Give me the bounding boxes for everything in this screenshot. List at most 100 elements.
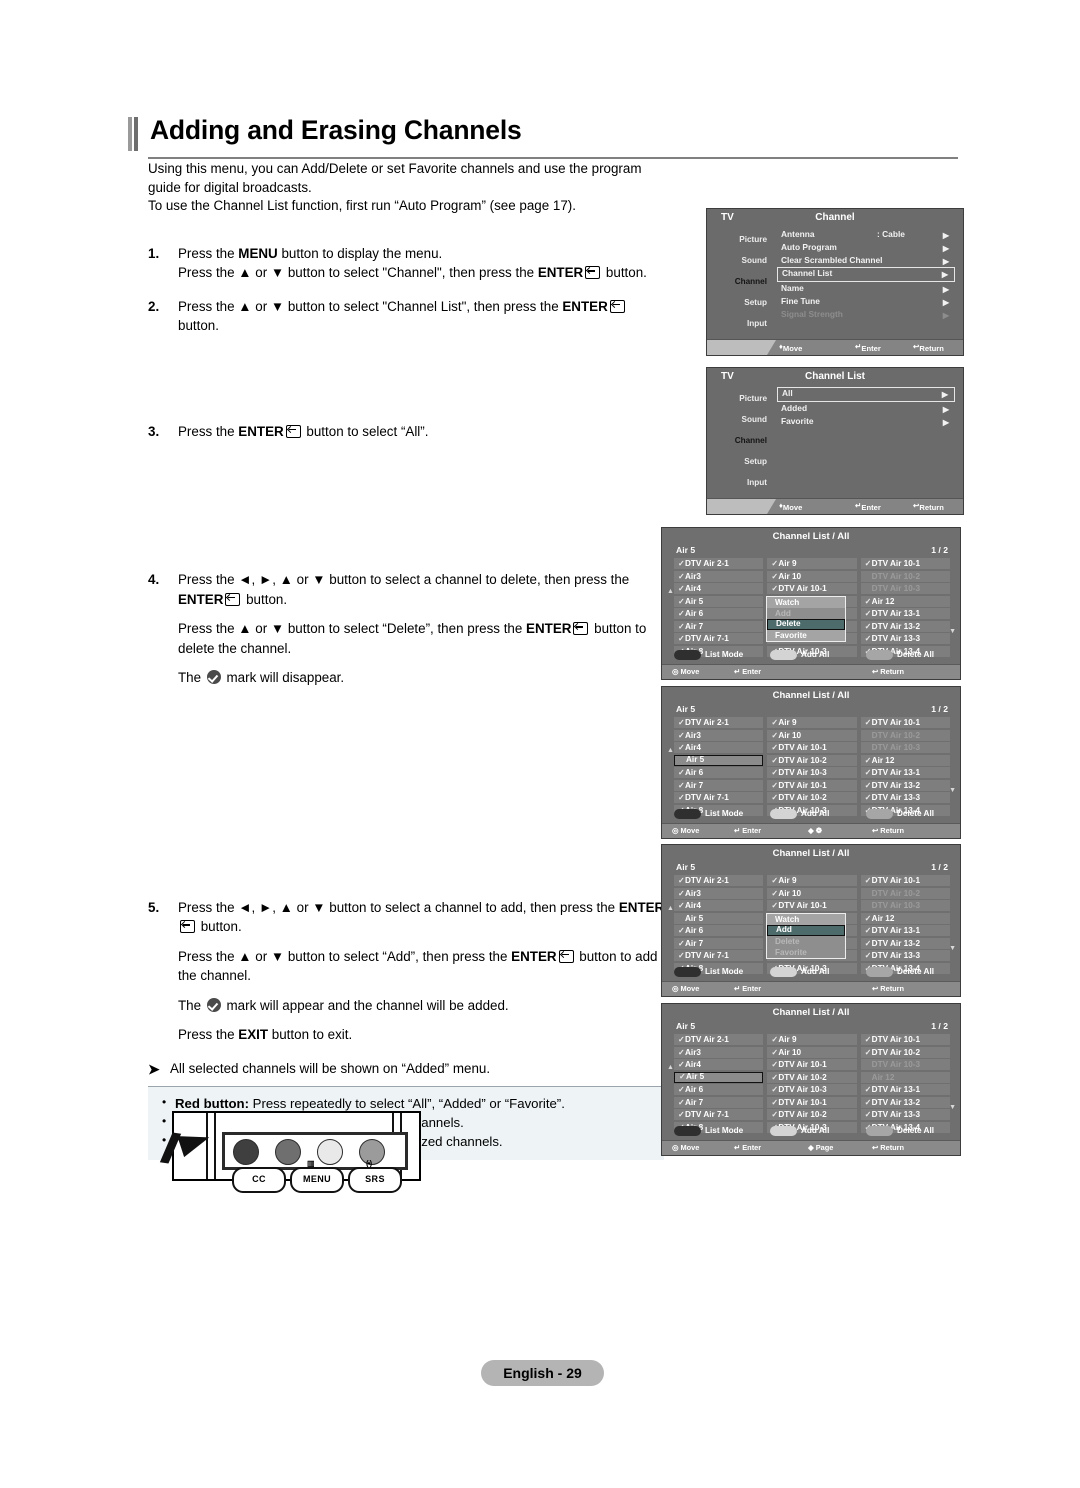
channel-cell[interactable]: ✓Air4 [674,900,764,911]
channel-cell[interactable]: ✓DTV Air 13-1 [860,1084,950,1095]
color-button-add-all[interactable]: Add All [770,649,829,660]
channel-cell[interactable]: ✓DTV Air 10-3 [767,1084,857,1095]
color-button-add-all[interactable]: Add All [770,808,829,819]
channel-cell[interactable]: ✓DTV Air 10-1 [767,583,857,594]
remote-menu-button[interactable]: MENU [290,1167,344,1193]
context-menu-item-favorite[interactable]: Favorite [767,629,845,641]
channel-cell[interactable]: ✓Air 7 [674,1096,764,1108]
context-menu-item-watch[interactable]: Watch [767,596,845,608]
channel-cell[interactable]: ✓DTV Air 7-1 [674,1109,764,1120]
scroll-up-icon[interactable]: ▲ [667,588,674,595]
channel-cell[interactable]: ✓Air 7 [674,779,764,791]
menu-row-auto-program[interactable]: Auto Program ▶ [777,241,955,254]
menu-row-name[interactable]: Name ▶ [777,282,955,295]
channel-cell[interactable]: ✓Air 10 [767,570,857,582]
channel-cell[interactable]: ✓DTV Air 10-2 [860,1046,950,1058]
channel-cell[interactable]: ✓DTV Air 10-3 [860,583,950,594]
remote-red-button[interactable] [233,1139,259,1165]
menu-row-channel-list[interactable]: Channel List ▶ [777,267,955,282]
channel-cell[interactable]: ✓DTV Air 2-1 [674,717,764,728]
channel-cell[interactable]: ✓Air 9 [767,717,857,728]
channel-cell[interactable]: ✓Air 9 [767,875,857,886]
channel-cell[interactable]: ✓Air 12 [860,1071,950,1083]
remote-yellow-button[interactable] [317,1139,343,1165]
channel-cell[interactable]: ✓DTV Air 10-2 [767,754,857,766]
channel-cell[interactable]: ✓DTV Air 13-3 [860,1109,950,1120]
context-menu-item-add[interactable]: Add [767,924,845,936]
color-button-list-mode[interactable]: List Mode [674,966,743,977]
menu-row-antenna[interactable]: Antenna : Cable ▶ [777,228,955,241]
channel-cell[interactable]: ✓DTV Air 10-2 [767,1109,857,1120]
color-button-list-mode[interactable]: List Mode [674,808,743,819]
scroll-down-icon[interactable]: ▼ [949,945,956,952]
scroll-up-icon[interactable]: ▲ [667,747,674,754]
color-button-delete-all[interactable]: Delete All [866,1125,934,1136]
channel-cell[interactable]: ✓DTV Air 10-1 [860,717,950,728]
channel-cell[interactable]: ✓Air 9 [767,1034,857,1045]
sidebar-item-input[interactable]: Input [713,472,771,493]
channel-cell[interactable]: ✓Air3 [674,887,764,899]
channel-cell[interactable]: ✓Air 6 [674,767,764,778]
channel-cell[interactable]: ✓DTV Air 7-1 [674,633,764,644]
remote-cc-button[interactable]: CC [232,1167,286,1193]
channel-cell[interactable]: ✓DTV Air 13-1 [860,608,950,619]
context-menu-item-add[interactable]: Add [767,607,845,619]
channel-cell[interactable]: ✓Air 10 [767,729,857,741]
channel-cell[interactable]: ✓Air3 [674,729,764,741]
context-menu-item-delete[interactable]: Delete [767,618,845,630]
channel-cell[interactable]: ✓DTV Air 13-1 [860,767,950,778]
channel-cell[interactable]: ✓Air3 [674,1046,764,1058]
sidebar-item-channel[interactable]: Channel [713,271,771,292]
channel-cell[interactable]: ✓Air 5 [674,1071,764,1083]
context-menu-item-watch[interactable]: Watch [767,913,845,925]
sidebar-item-sound[interactable]: Sound [713,250,771,271]
channel-cell[interactable]: ✓DTV Air 13-3 [860,633,950,644]
sidebar-item-sound[interactable]: Sound [713,409,771,430]
channel-cell[interactable]: ✓DTV Air 10-3 [860,1059,950,1070]
scroll-down-icon[interactable]: ▼ [949,787,956,794]
channel-cell[interactable]: ✓DTV Air 2-1 [674,1034,764,1045]
channel-cell[interactable]: ✓Air 9 [767,558,857,569]
remote-green-button[interactable] [275,1139,301,1165]
channel-cell[interactable]: ✓DTV Air 7-1 [674,950,764,961]
channel-cell[interactable]: ✓DTV Air 10-3 [860,742,950,753]
remote-blue-button[interactable] [359,1139,385,1165]
sidebar-item-setup[interactable]: Setup [713,451,771,472]
scroll-up-icon[interactable]: ▲ [667,905,674,912]
channel-cell[interactable]: ✓Air 12 [860,595,950,607]
menu-row-favorite[interactable]: Favorite ▶ [777,415,955,428]
channel-cell[interactable]: ✓Air 6 [674,925,764,936]
channel-cell[interactable]: ✓DTV Air 10-1 [767,742,857,753]
menu-row-clear-scrambled-channel[interactable]: Clear Scrambled Channel ▶ [777,254,955,267]
menu-row-signal-strength[interactable]: Signal Strength ▶ [777,308,955,321]
channel-cell[interactable]: ✓Air 12 [860,754,950,766]
channel-cell[interactable]: ✓DTV Air 10-1 [860,875,950,886]
channel-cell[interactable]: ✓DTV Air 10-2 [767,792,857,803]
channel-cell[interactable]: ✓DTV Air 2-1 [674,558,764,569]
channel-cell[interactable]: ✓DTV Air 13-2 [860,779,950,791]
channel-cell[interactable]: ✓Air4 [674,583,764,594]
channel-cell[interactable]: ✓Air 7 [674,620,764,632]
channel-cell[interactable]: ✓DTV Air 10-2 [860,570,950,582]
color-button-delete-all[interactable]: Delete All [866,808,934,819]
channel-cell[interactable]: ✓DTV Air 13-2 [860,620,950,632]
channel-cell[interactable]: ✓Air 6 [674,1084,764,1095]
menu-row-fine-tune[interactable]: Fine Tune ▶ [777,295,955,308]
channel-cell[interactable]: ✓DTV Air 10-1 [860,1034,950,1045]
channel-cell[interactable]: ✓Air 5 [674,754,764,766]
channel-cell[interactable]: ✓DTV Air 7-1 [674,792,764,803]
scroll-up-icon[interactable]: ▲ [667,1064,674,1071]
scroll-down-icon[interactable]: ▼ [949,1104,956,1111]
sidebar-item-input[interactable]: Input [713,313,771,334]
color-button-list-mode[interactable]: List Mode [674,1125,743,1136]
channel-cell[interactable]: ✓DTV Air 10-1 [860,558,950,569]
channel-cell[interactable]: ✓DTV Air 10-1 [767,1096,857,1108]
channel-cell[interactable]: ✓Air 10 [767,887,857,899]
channel-cell[interactable]: ✓Air 5 [674,912,764,924]
color-button-list-mode[interactable]: List Mode [674,649,743,660]
color-button-delete-all[interactable]: Delete All [866,966,934,977]
channel-cell[interactable]: ✓DTV Air 10-2 [860,887,950,899]
color-button-delete-all[interactable]: Delete All [866,649,934,660]
channel-cell[interactable]: ✓Air4 [674,1059,764,1070]
channel-cell[interactable]: ✓DTV Air 13-3 [860,792,950,803]
